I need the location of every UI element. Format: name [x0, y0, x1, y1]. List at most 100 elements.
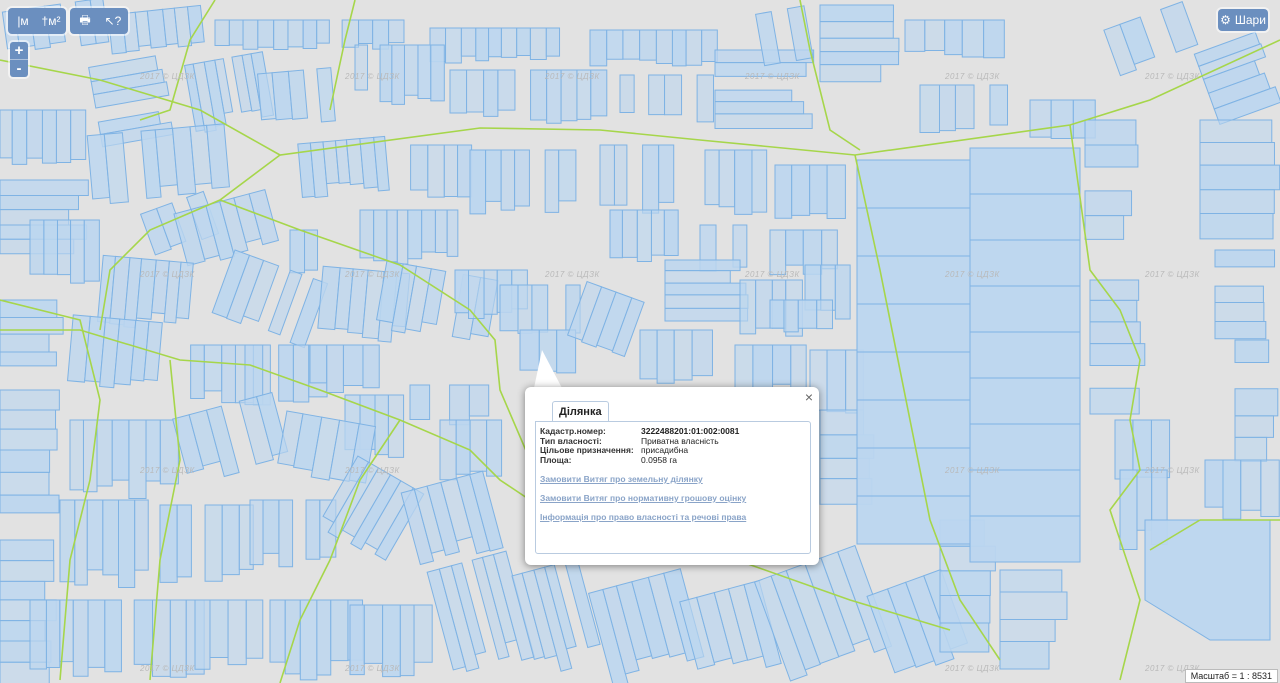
- land-parcel[interactable]: [1089, 299, 1138, 323]
- land-parcel[interactable]: [924, 19, 946, 52]
- land-parcel[interactable]: [821, 229, 838, 270]
- land-parcel[interactable]: [457, 144, 473, 198]
- land-parcel[interactable]: [751, 149, 768, 213]
- land-parcel[interactable]: [475, 27, 490, 62]
- land-parcel[interactable]: [0, 428, 58, 451]
- land-parcel[interactable]: [752, 344, 774, 390]
- land-parcel[interactable]: [0, 449, 51, 473]
- land-parcel[interactable]: [0, 195, 79, 211]
- land-parcel[interactable]: [221, 504, 240, 576]
- zoom-out-button[interactable]: -: [10, 59, 28, 77]
- land-parcel[interactable]: [111, 419, 130, 481]
- land-parcel[interactable]: [954, 84, 975, 130]
- print-button[interactable]: 🖶: [72, 10, 98, 32]
- land-parcel[interactable]: [56, 219, 72, 276]
- land-parcel[interactable]: [214, 19, 230, 47]
- land-parcel[interactable]: [302, 19, 318, 49]
- land-parcel[interactable]: [1234, 415, 1274, 438]
- land-parcel[interactable]: [663, 209, 679, 256]
- land-parcel[interactable]: [284, 599, 301, 675]
- land-parcel[interactable]: [204, 504, 223, 582]
- land-parcel[interactable]: [1159, 1, 1199, 53]
- land-parcel[interactable]: [0, 389, 60, 411]
- land-parcel[interactable]: [403, 44, 419, 96]
- land-parcel[interactable]: [454, 269, 470, 314]
- land-parcel[interactable]: [544, 149, 560, 213]
- land-parcel[interactable]: [102, 499, 120, 576]
- land-parcel[interactable]: [673, 329, 693, 381]
- land-parcel[interactable]: [26, 109, 43, 159]
- land-parcel[interactable]: [1084, 119, 1137, 146]
- land-parcel[interactable]: [262, 499, 280, 554]
- land-parcel[interactable]: [194, 599, 211, 670]
- land-parcel[interactable]: [1234, 436, 1268, 462]
- land-parcel[interactable]: [1119, 469, 1138, 550]
- land-parcel[interactable]: [1214, 285, 1264, 304]
- land-parcel[interactable]: [55, 109, 72, 163]
- popup-link[interactable]: Інформація про право власності та речові…: [540, 512, 746, 522]
- land-parcel[interactable]: [0, 351, 57, 367]
- popup-link[interactable]: Замовити Витяг про нормативну грошову оц…: [540, 493, 746, 503]
- close-icon[interactable]: ×: [805, 389, 813, 405]
- land-parcel[interactable]: [358, 19, 374, 45]
- land-parcel[interactable]: [430, 44, 445, 102]
- land-parcel[interactable]: [469, 149, 487, 215]
- land-parcel[interactable]: [856, 495, 971, 545]
- land-parcel[interactable]: [396, 209, 409, 265]
- land-parcel[interactable]: [969, 147, 1081, 195]
- land-parcel[interactable]: [999, 591, 1068, 620]
- zoom-in-button[interactable]: +: [10, 42, 28, 59]
- land-parcel[interactable]: [245, 599, 264, 659]
- land-parcel[interactable]: [919, 84, 940, 134]
- land-parcel[interactable]: [176, 504, 192, 578]
- land-parcel[interactable]: [790, 344, 807, 388]
- land-parcel[interactable]: [664, 294, 749, 309]
- land-parcel[interactable]: [772, 344, 792, 385]
- land-parcel[interactable]: [1050, 99, 1074, 139]
- land-parcel[interactable]: [1199, 141, 1275, 166]
- land-parcel[interactable]: [969, 239, 1081, 287]
- land-parcel[interactable]: [613, 144, 628, 206]
- land-parcel[interactable]: [769, 299, 785, 329]
- land-parcel[interactable]: [797, 299, 818, 329]
- land-parcel[interactable]: [1084, 144, 1139, 168]
- land-parcel[interactable]: [664, 307, 749, 322]
- land-parcel[interactable]: [485, 149, 502, 202]
- land-parcel[interactable]: [443, 144, 459, 198]
- land-parcel[interactable]: [409, 384, 431, 421]
- land-parcel[interactable]: [11, 109, 28, 165]
- land-parcel[interactable]: [1089, 343, 1146, 366]
- land-parcel[interactable]: [791, 164, 811, 216]
- land-parcel[interactable]: [190, 344, 205, 399]
- land-parcel[interactable]: [856, 351, 971, 401]
- land-parcel[interactable]: [1199, 189, 1275, 215]
- land-parcel[interactable]: [488, 27, 502, 58]
- land-parcel[interactable]: [609, 209, 623, 259]
- land-parcel[interactable]: [696, 74, 715, 123]
- land-parcel[interactable]: [636, 209, 652, 263]
- land-parcel[interactable]: [785, 229, 804, 266]
- land-parcel[interactable]: [529, 27, 547, 60]
- land-parcel[interactable]: [983, 19, 1005, 59]
- land-parcel[interactable]: [650, 209, 665, 256]
- land-parcel[interactable]: [619, 74, 635, 114]
- land-parcel[interactable]: [249, 499, 264, 566]
- land-parcel[interactable]: [1199, 164, 1280, 191]
- land-parcel[interactable]: [558, 149, 577, 202]
- land-parcel[interactable]: [685, 29, 703, 66]
- land-parcel[interactable]: [938, 84, 956, 132]
- land-parcel[interactable]: [29, 599, 47, 670]
- land-parcel[interactable]: [70, 109, 87, 160]
- land-parcel[interactable]: [292, 344, 310, 403]
- land-parcel[interactable]: [399, 604, 415, 677]
- land-parcel[interactable]: [1199, 119, 1273, 143]
- land-parcel[interactable]: [734, 149, 753, 215]
- land-parcel[interactable]: [969, 285, 1081, 333]
- land-parcel[interactable]: [410, 144, 429, 191]
- land-parcel[interactable]: [819, 64, 882, 83]
- land-parcel[interactable]: [639, 29, 657, 61]
- land-parcel[interactable]: [714, 113, 813, 130]
- land-parcel[interactable]: [421, 209, 436, 253]
- land-parcel[interactable]: [342, 344, 364, 386]
- land-parcel[interactable]: [0, 333, 50, 353]
